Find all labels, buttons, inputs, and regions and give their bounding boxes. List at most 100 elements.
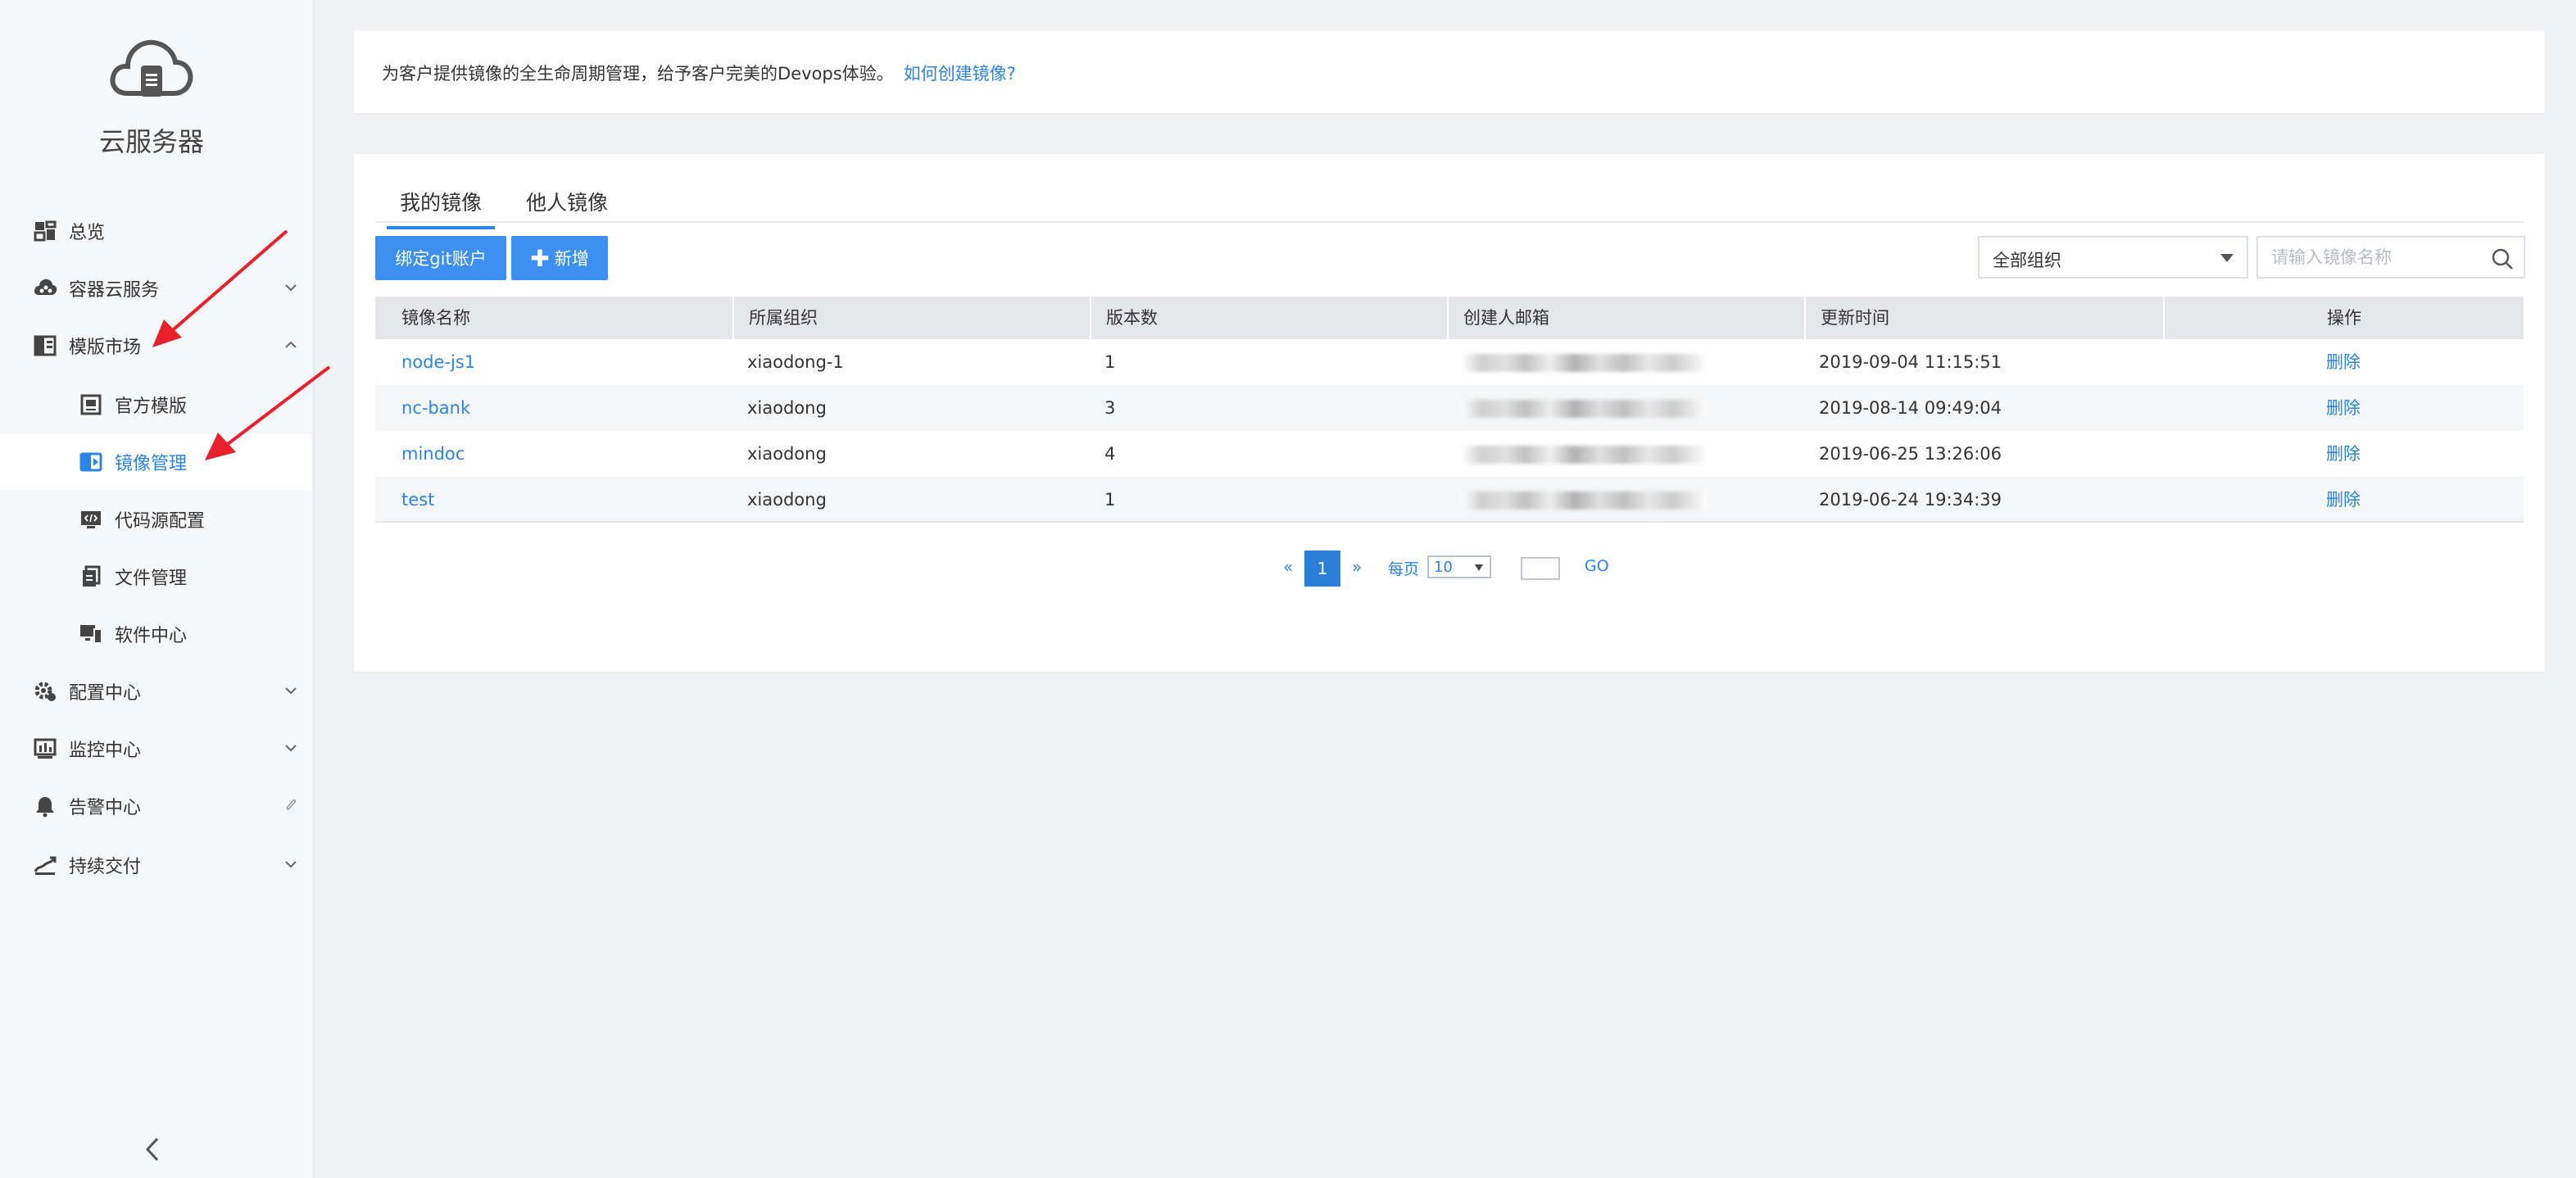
- bind-git-account-button[interactable]: 绑定git账户: [375, 236, 506, 280]
- sidebar-item-file-management[interactable]: 文件管理: [0, 549, 311, 605]
- info-banner: 为客户提供镜像的全生命周期管理，给予客户完美的Devops体验。 如何创建镜像?: [354, 31, 2545, 113]
- cloud-server-logo-icon: [110, 39, 193, 97]
- config-center-icon: [34, 682, 56, 701]
- redacted-email: [1462, 492, 1708, 510]
- sidebar-item-label: 监控中心: [69, 741, 142, 761]
- sidebar-item-label: 总览: [69, 223, 106, 243]
- sidebar-item-code-source[interactable]: 代码源配置: [0, 492, 311, 547]
- table-row: mindoc xiaodong 4 2019-06-25 13:26:06 删除: [375, 431, 2524, 477]
- chevron-down-icon: [285, 284, 297, 292]
- image-name-link[interactable]: mindoc: [401, 444, 465, 464]
- sidebar-item-alarm-center[interactable]: 告警中心: [0, 778, 311, 834]
- paperclip-icon: [286, 799, 297, 810]
- delivery-icon: [34, 856, 57, 875]
- official-template-icon: [80, 394, 102, 415]
- sidebar: 云服务器 总览 容器云服务 模版市场 官方模版 镜像管理 代码源配置 文件管理 …: [0, 0, 315, 1178]
- collapse-sidebar-icon[interactable]: [141, 1135, 164, 1163]
- cloud-service-icon: [34, 279, 57, 295]
- sidebar-item-official-template[interactable]: 官方模版: [0, 377, 311, 433]
- info-text: 为客户提供镜像的全生命周期管理，给予客户完美的Devops体验。 如何创建镜像?: [382, 61, 1016, 85]
- versions-cell: 1: [1104, 490, 1116, 510]
- table-header: 镜像名称 所属组织 版本数 创建人邮箱 更新时间 操作: [375, 297, 2524, 339]
- delete-link[interactable]: 删除: [2326, 398, 2361, 418]
- app-title: 云服务器: [98, 126, 204, 157]
- column-header-email: 创建人邮箱: [1447, 297, 1804, 339]
- versions-cell: 1: [1104, 352, 1116, 372]
- sidebar-item-monitor-center[interactable]: 监控中心: [0, 721, 311, 777]
- sidebar-item-label: 持续交付: [69, 857, 142, 877]
- sidebar-item-image-management[interactable]: 镜像管理: [0, 434, 311, 490]
- pagination-prev[interactable]: «: [1283, 557, 1293, 577]
- caret-down-icon: [1475, 564, 1483, 571]
- sidebar-item-container-cloud[interactable]: 容器云服务: [0, 261, 311, 316]
- sidebar-item-label: 文件管理: [115, 569, 188, 589]
- per-page-label: 每页: [1388, 560, 1420, 578]
- tab-my-images[interactable]: 我的镜像: [387, 187, 496, 229]
- organization-select[interactable]: 全部组织: [1978, 236, 2248, 279]
- updated-cell: 2019-06-24 19:34:39: [1819, 490, 2002, 510]
- column-header-versions: 版本数: [1090, 297, 1447, 339]
- delete-link[interactable]: 删除: [2326, 444, 2361, 464]
- redacted-email: [1462, 400, 1708, 418]
- image-name-link[interactable]: nc-bank: [401, 398, 470, 418]
- how-to-create-image-link[interactable]: 如何创建镜像?: [904, 64, 1016, 84]
- page-size-value: 10: [1434, 559, 1453, 576]
- versions-cell: 4: [1104, 444, 1116, 464]
- column-header-updated: 更新时间: [1804, 297, 2163, 339]
- add-image-button[interactable]: ✚ 新增: [511, 236, 608, 280]
- page-jump-input[interactable]: [1521, 557, 1560, 580]
- versions-cell: 3: [1104, 398, 1116, 418]
- sidebar-item-template-market[interactable]: 模版市场: [0, 318, 311, 374]
- plus-icon: ✚: [530, 244, 550, 272]
- sidebar-item-label: 告警中心: [69, 798, 142, 818]
- org-cell: xiaodong: [747, 444, 827, 464]
- image-table: 镜像名称 所属组织 版本数 创建人邮箱 更新时间 操作 node-js1 xia…: [375, 297, 2524, 523]
- alarm-center-icon: [36, 797, 54, 818]
- column-header-actions: 操作: [2163, 297, 2524, 339]
- pagination: « 1 » 每页 10 GO: [354, 550, 2545, 587]
- image-name-link[interactable]: node-js1: [401, 352, 475, 372]
- table-row: nc-bank xiaodong 3 2019-08-14 09:49:04 删…: [375, 385, 2524, 431]
- sidebar-item-software-center[interactable]: 软件中心: [0, 606, 311, 662]
- organization-select-value: 全部组织: [1993, 251, 2061, 270]
- monitor-center-icon: [34, 738, 57, 759]
- page-size-select[interactable]: 10: [1427, 555, 1491, 578]
- chevron-down-icon: [285, 745, 297, 752]
- delete-link[interactable]: 删除: [2326, 352, 2361, 372]
- table-row: test xiaodong 1 2019-06-24 19:34:39 删除: [375, 477, 2524, 523]
- chevron-down-icon: [285, 861, 297, 868]
- updated-cell: 2019-06-25 13:26:06: [1819, 444, 2002, 464]
- chevron-up-icon: [285, 341, 297, 348]
- sidebar-item-label: 软件中心: [115, 626, 188, 646]
- sidebar-item-continuous-delivery[interactable]: 持续交付: [0, 837, 311, 893]
- image-manage-icon: [79, 452, 102, 472]
- redacted-email: [1462, 446, 1708, 464]
- sidebar-item-label: 模版市场: [69, 338, 142, 358]
- column-header-org: 所属组织: [732, 297, 1090, 339]
- chevron-down-icon: [285, 687, 297, 695]
- updated-cell: 2019-08-14 09:49:04: [1819, 398, 2002, 418]
- search-box: [2256, 236, 2525, 279]
- dashboard-icon: [34, 220, 57, 242]
- sidebar-item-label: 镜像管理: [115, 454, 188, 474]
- add-label: 新增: [554, 249, 589, 269]
- image-name-link[interactable]: test: [401, 490, 434, 510]
- updated-cell: 2019-09-04 11:15:51: [1819, 352, 2002, 372]
- sidebar-item-config-center[interactable]: 配置中心: [0, 664, 311, 719]
- caret-down-icon: [2220, 254, 2234, 262]
- sidebar-item-overview[interactable]: 总览: [0, 203, 311, 259]
- tab-divider: [375, 221, 2524, 223]
- pagination-next[interactable]: »: [1352, 557, 1362, 577]
- tab-others-images[interactable]: 他人镜像: [518, 187, 616, 226]
- sidebar-item-label: 配置中心: [69, 683, 142, 704]
- org-cell: xiaodong: [747, 490, 827, 510]
- go-button[interactable]: GO: [1585, 557, 1609, 575]
- search-icon[interactable]: [2491, 247, 2514, 270]
- sidebar-item-label: 代码源配置: [115, 511, 206, 532]
- code-source-icon: [81, 511, 101, 528]
- image-name-search-input[interactable]: [2258, 238, 2492, 277]
- pagination-current-page[interactable]: 1: [1304, 550, 1340, 587]
- redacted-email: [1462, 354, 1708, 372]
- table-bottom-border: [375, 521, 2524, 523]
- delete-link[interactable]: 删除: [2326, 490, 2361, 510]
